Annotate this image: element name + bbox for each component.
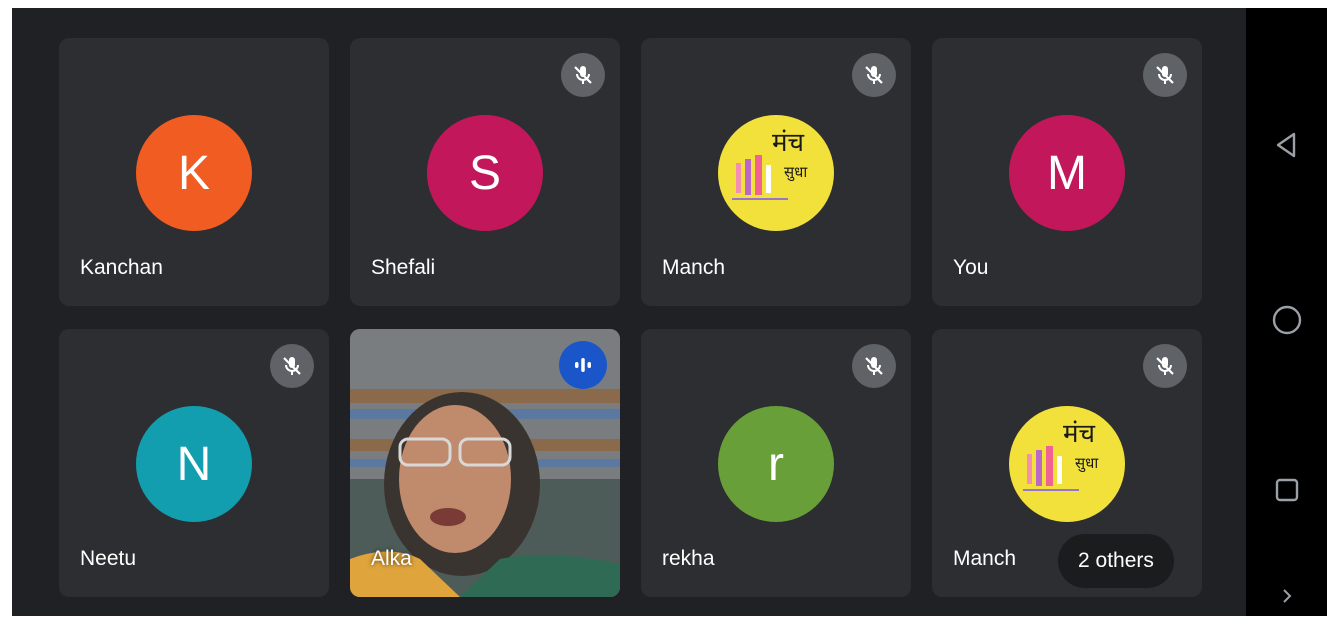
avatar: N xyxy=(136,406,252,522)
participant-tile-alka[interactable]: Alka xyxy=(350,329,620,597)
manch-sudha-logo: मंच सुधा xyxy=(1009,406,1125,522)
participant-name: Manch xyxy=(662,256,726,279)
participant-name: Kanchan xyxy=(80,256,163,279)
avatar: S xyxy=(427,115,543,231)
participant-tile-manch[interactable]: मंच सुधा Manch xyxy=(641,38,911,306)
participant-tile-you[interactable]: M You xyxy=(932,38,1202,306)
mic-off-icon xyxy=(270,344,314,388)
circle-home-icon[interactable] xyxy=(1246,290,1327,350)
avatar: K xyxy=(136,115,252,231)
square-recents-icon[interactable] xyxy=(1246,460,1327,520)
participant-tile-rekha[interactable]: r rekha xyxy=(641,329,911,597)
mic-off-icon xyxy=(561,53,605,97)
svg-text:मंच: मंच xyxy=(1063,419,1096,449)
participant-name: Neetu xyxy=(80,547,137,570)
mic-off-icon xyxy=(1143,344,1187,388)
participant-tile-manch-2[interactable]: मंच सुधा Manch 2 others xyxy=(932,329,1202,597)
svg-text:सुधा: सुधा xyxy=(1075,454,1099,473)
avatar: r xyxy=(718,406,834,522)
participant-tile-shefali[interactable]: S Shefali xyxy=(350,38,620,306)
participant-tile-neetu[interactable]: N Neetu xyxy=(59,329,329,597)
mic-off-icon xyxy=(852,53,896,97)
participant-name: Manch xyxy=(953,547,1017,570)
android-nav-bar xyxy=(1246,8,1327,616)
mic-off-icon xyxy=(852,344,896,388)
participant-name: Shefali xyxy=(371,256,436,279)
others-button[interactable]: 2 others xyxy=(1058,534,1174,588)
participant-name: rekha xyxy=(662,547,715,570)
audio-level-icon xyxy=(559,341,607,389)
svg-text:मंच: मंच xyxy=(772,128,805,158)
mic-off-icon xyxy=(1143,53,1187,97)
avatar: M xyxy=(1009,115,1125,231)
participant-tile-kanchan[interactable]: K Kanchan xyxy=(59,38,329,306)
participant-name: Alka xyxy=(371,547,412,570)
meeting-grid: K Kanchan S Shefali मंच सुधा Manch M You… xyxy=(12,8,1327,616)
participant-name: You xyxy=(953,256,989,279)
triangle-back-icon[interactable] xyxy=(1246,115,1327,175)
manch-sudha-logo: मंच सुधा xyxy=(718,115,834,231)
chevron-right-icon[interactable] xyxy=(1246,566,1327,626)
svg-text:सुधा: सुधा xyxy=(784,163,808,182)
